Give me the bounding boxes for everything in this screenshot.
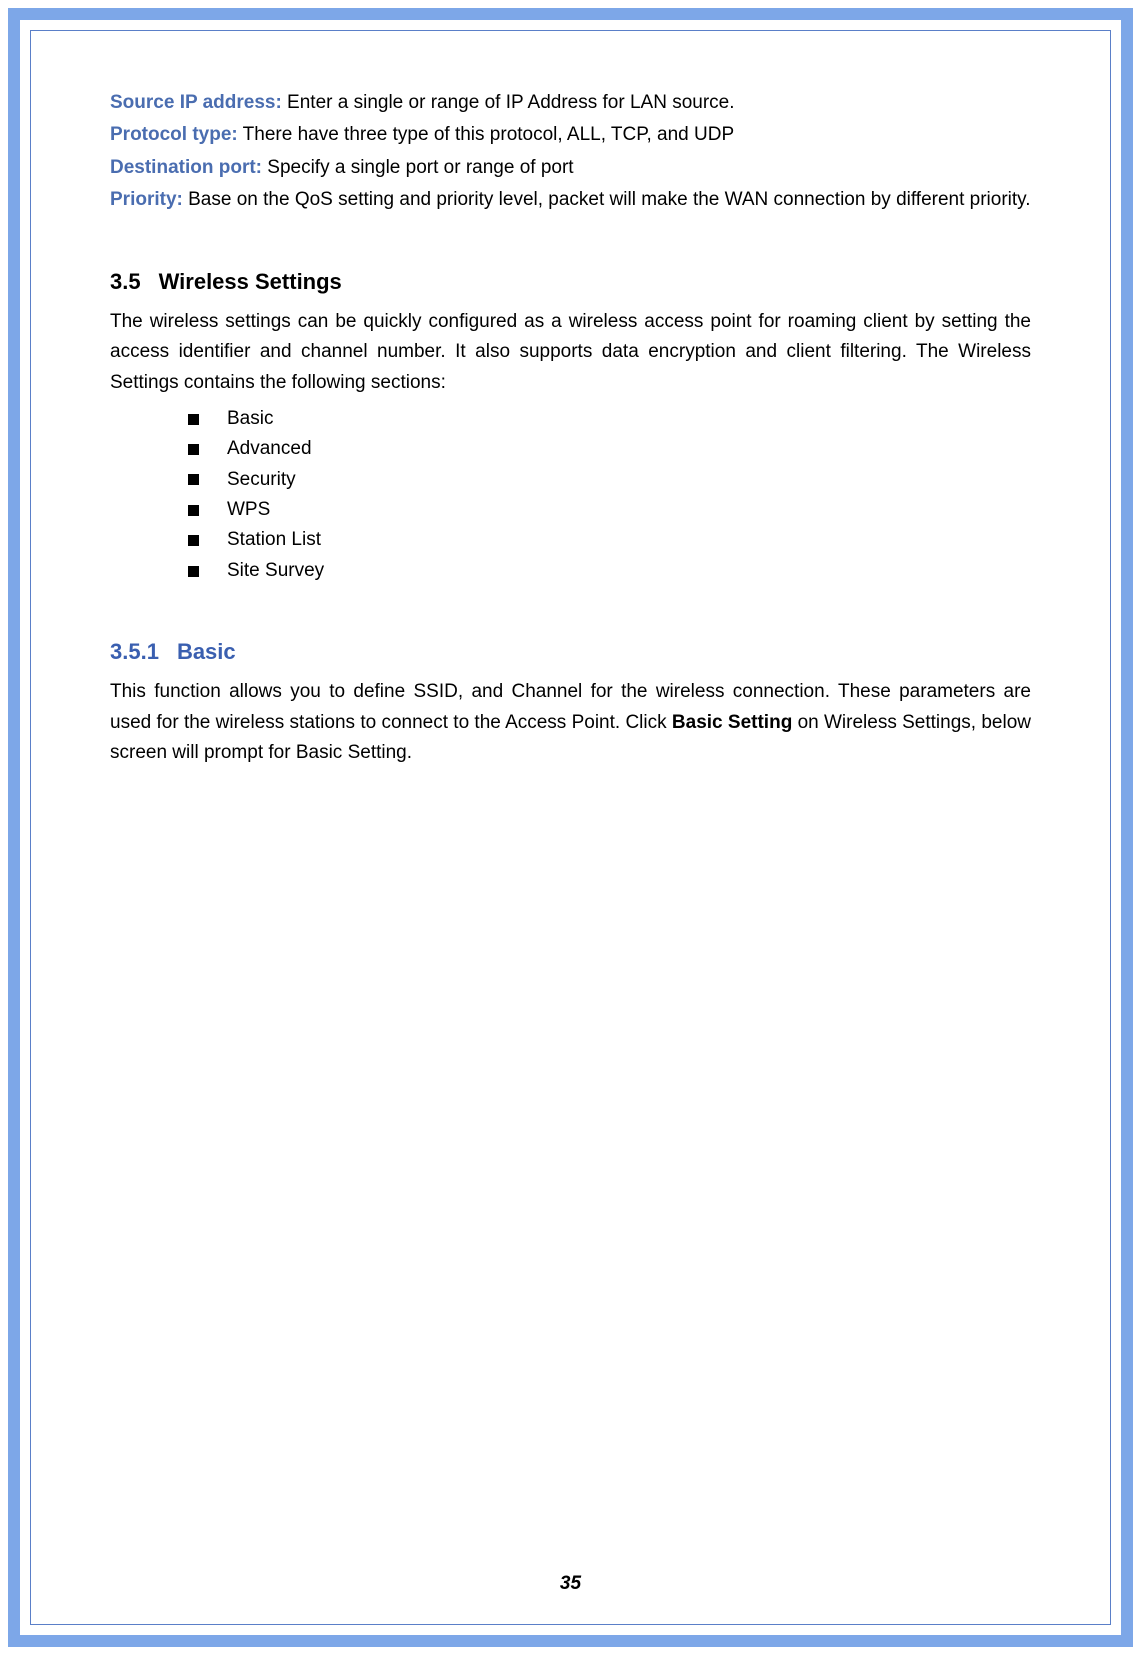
- heading-number-3-5-1: 3.5.1: [110, 639, 159, 664]
- heading-3-5: 3.5 Wireless Settings: [110, 264, 1031, 299]
- def-label-source-ip: Source IP address:: [110, 92, 282, 113]
- square-bullet-icon: [188, 414, 199, 425]
- def-text-destination-port: Specify a single port or range of port: [262, 157, 574, 178]
- intro-3-5-1: This function allows you to define SSID,…: [110, 677, 1031, 768]
- definition-source-ip: Source IP address: Enter a single or ran…: [110, 88, 1031, 118]
- square-bullet-icon: [188, 474, 199, 485]
- def-label-priority: Priority:: [110, 189, 183, 210]
- list-item: Security: [188, 465, 1031, 495]
- list-item-label: Security: [227, 465, 296, 495]
- list-item-label: Site Survey: [227, 556, 324, 586]
- list-item-label: Basic: [227, 404, 273, 434]
- def-text-priority: Base on the QoS setting and priority lev…: [183, 189, 1031, 210]
- heading-title-3-5-1: Basic: [177, 639, 236, 664]
- definition-protocol-type: Protocol type: There have three type of …: [110, 120, 1031, 150]
- def-text-source-ip: Enter a single or range of IP Address fo…: [282, 92, 735, 113]
- definition-priority: Priority: Base on the QoS setting and pr…: [110, 185, 1031, 215]
- list-item: Site Survey: [188, 556, 1031, 586]
- list-item-label: WPS: [227, 495, 270, 525]
- wireless-sections-list: Basic Advanced Security WPS Station List…: [188, 404, 1031, 586]
- bold-basic-setting: Basic Setting: [672, 712, 792, 733]
- def-label-destination-port: Destination port:: [110, 157, 262, 178]
- intro-3-5: The wireless settings can be quickly con…: [110, 307, 1031, 398]
- def-text-protocol-type: There have three type of this protocol, …: [238, 124, 734, 145]
- heading-3-5-1: 3.5.1 Basic: [110, 634, 1031, 669]
- list-item: Station List: [188, 525, 1031, 555]
- square-bullet-icon: [188, 535, 199, 546]
- page-number: 35: [0, 1573, 1141, 1595]
- list-item-label: Station List: [227, 525, 321, 555]
- page-content: Source IP address: Enter a single or ran…: [110, 88, 1031, 769]
- definition-destination-port: Destination port: Specify a single port …: [110, 153, 1031, 183]
- list-item: WPS: [188, 495, 1031, 525]
- def-label-protocol-type: Protocol type:: [110, 124, 238, 145]
- list-item: Advanced: [188, 434, 1031, 464]
- square-bullet-icon: [188, 444, 199, 455]
- list-item-label: Advanced: [227, 434, 312, 464]
- heading-number-3-5: 3.5: [110, 269, 141, 294]
- heading-title-3-5: Wireless Settings: [159, 269, 342, 294]
- square-bullet-icon: [188, 566, 199, 577]
- square-bullet-icon: [188, 505, 199, 516]
- list-item: Basic: [188, 404, 1031, 434]
